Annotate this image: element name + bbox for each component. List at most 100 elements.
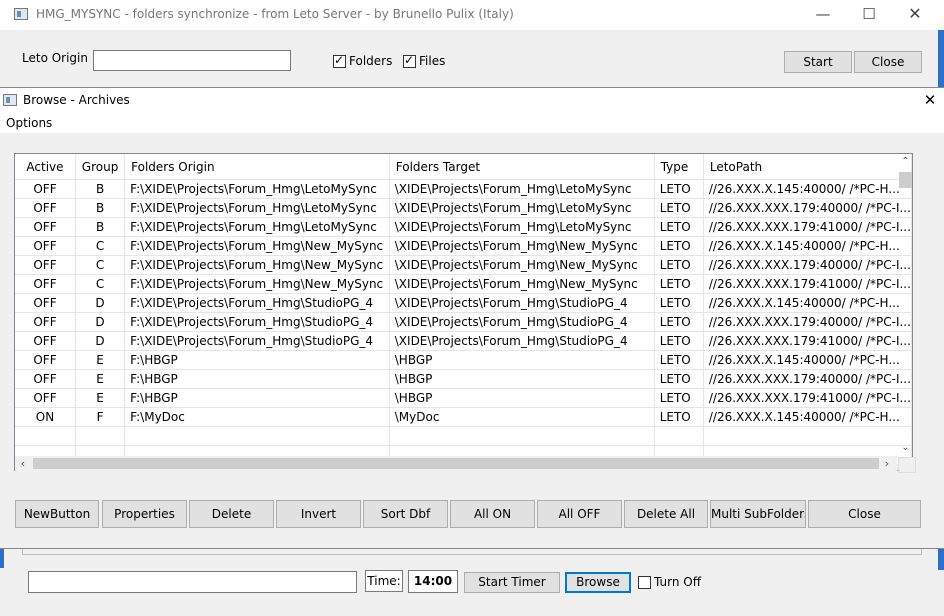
leto-origin-label: Leto Origin xyxy=(22,51,88,65)
cell-group: E xyxy=(75,369,126,389)
cell-group: D xyxy=(75,312,126,332)
cell-type: LETO xyxy=(654,369,704,389)
cell-folders-origin: F:\MyDoc xyxy=(124,407,390,427)
delete-all-button[interactable]: Delete All xyxy=(624,500,708,528)
main-title-bar: HMG_MYSYNC - folders synchronize - from … xyxy=(0,0,944,30)
column-header-active[interactable]: Active xyxy=(15,154,76,180)
all-on-button[interactable]: All ON xyxy=(450,500,535,528)
turn-off-checkbox[interactable] xyxy=(638,576,651,589)
app-window-icon xyxy=(14,8,28,20)
horizontal-scroll-thumb[interactable] xyxy=(33,458,879,469)
files-checkbox[interactable] xyxy=(403,53,416,68)
cell-active: OFF xyxy=(15,179,76,199)
cell-active: ON xyxy=(15,407,76,427)
cell-folders-target: \HBGP xyxy=(389,388,655,408)
properties-button[interactable]: Properties xyxy=(102,500,187,528)
cell-folders-target: \XIDE\Projects\Forum_Hmg\New_MySync xyxy=(389,255,655,275)
table-row[interactable]: OFF D F:\XIDE\Projects\Forum_Hmg\StudioPG_… xyxy=(15,312,912,332)
dialog-close-icon[interactable]: ✕ xyxy=(918,89,942,111)
cell-letopath: //26.XXX.XXX.179:41000/ /*PC-I... xyxy=(703,274,912,294)
scroll-left-icon[interactable]: ‹ xyxy=(15,456,31,471)
cell-type: LETO xyxy=(654,388,704,408)
cell-active: OFF xyxy=(15,255,76,275)
vertical-scrollbar[interactable]: ⌃ ⌄ xyxy=(897,154,915,456)
cell-group: D xyxy=(75,293,126,313)
cell-type: LETO xyxy=(654,350,704,370)
cell-letopath: //26.XXX.X.145:40000/ /*PC-H... xyxy=(703,350,912,370)
cell-active: OFF xyxy=(15,236,76,256)
close-icon[interactable]: ✕ xyxy=(892,0,938,30)
time-field[interactable]: 14:00 xyxy=(408,570,458,593)
menu-options[interactable]: Options xyxy=(6,116,52,130)
delete-button[interactable]: Delete xyxy=(189,500,274,528)
folders-checkbox-label[interactable]: Folders xyxy=(349,54,392,68)
turn-off-checkbox-label[interactable]: Turn Off xyxy=(654,575,701,589)
scroll-right-icon[interactable]: › xyxy=(879,456,895,471)
table-row[interactable]: ON F F:\MyDoc \MyDoc LETO//26.XXX.X.145:4000… xyxy=(15,407,912,427)
cell-type: LETO xyxy=(654,236,704,256)
vertical-scroll-thumb[interactable] xyxy=(899,172,912,188)
table-row[interactable]: OFF E F:\HBGP \HBGP LETO//26.XXX.X.145:40000… xyxy=(15,350,912,370)
maximize-icon[interactable]: ☐ xyxy=(846,0,892,30)
column-header-type[interactable]: Type xyxy=(654,154,704,180)
table-row[interactable]: OFF D F:\XIDE\Projects\Forum_Hmg\StudioPG_… xyxy=(15,293,912,313)
minimize-icon[interactable]: — xyxy=(800,0,846,30)
empty-cell xyxy=(389,426,655,446)
dialog-window-icon xyxy=(3,94,17,106)
status-input[interactable] xyxy=(28,571,357,593)
column-header-group[interactable]: Group xyxy=(75,154,126,180)
column-header-folders-target[interactable]: Folders Target xyxy=(389,154,655,180)
column-header-folders-origin[interactable]: Folders Origin xyxy=(124,154,390,180)
start-button[interactable]: Start xyxy=(784,51,852,73)
sort-dbf-button[interactable]: Sort Dbf xyxy=(363,500,448,528)
leto-origin-input[interactable] xyxy=(93,50,291,71)
close-button[interactable]: Close xyxy=(854,51,922,73)
column-header-letopath[interactable]: LetoPath xyxy=(703,154,912,180)
table-row[interactable]: OFF D F:\XIDE\Projects\Forum_Hmg\StudioPG_… xyxy=(15,331,912,351)
table-row[interactable]: OFF C F:\XIDE\Projects\Forum_Hmg\New_MySyn… xyxy=(15,274,912,294)
scroll-up-icon[interactable]: ⌃ xyxy=(897,154,914,170)
scroll-down-icon[interactable]: ⌄ xyxy=(897,440,914,456)
table-row[interactable]: OFF E F:\HBGP \HBGP LETO//26.XXX.XXX.179:400… xyxy=(15,369,912,389)
start-timer-button[interactable]: Start Timer xyxy=(464,572,560,593)
browse-button[interactable]: Browse xyxy=(565,572,631,593)
invert-button[interactable]: Invert xyxy=(276,500,361,528)
table-row[interactable]: OFF B F:\XIDE\Projects\Forum_Hmg\LetoMySyn… xyxy=(15,217,912,237)
table-row[interactable]: OFF E F:\HBGP \HBGP LETO//26.XXX.XXX.179:410… xyxy=(15,388,912,408)
new-button[interactable]: NewButton xyxy=(15,500,99,528)
cell-active: OFF xyxy=(15,312,76,332)
table-row[interactable]: OFF B F:\XIDE\Projects\Forum_Hmg\LetoMySyn… xyxy=(15,179,912,199)
cell-folders-target: \HBGP xyxy=(389,350,655,370)
cell-group: E xyxy=(75,350,126,370)
cell-folders-origin: F:\XIDE\Projects\Forum_Hmg\New_MySync xyxy=(124,255,390,275)
cell-group: D xyxy=(75,331,126,351)
archives-table: Active Group Folders Origin Folders Targ… xyxy=(15,154,912,465)
background-window-edge xyxy=(0,548,4,568)
folders-checkbox[interactable] xyxy=(333,53,346,68)
cell-group: B xyxy=(75,217,126,237)
cell-active: OFF xyxy=(15,293,76,313)
empty-row xyxy=(15,426,912,446)
dialog-close-button[interactable]: Close xyxy=(808,500,921,528)
files-checkbox-label[interactable]: Files xyxy=(419,54,445,68)
background-window-edge xyxy=(938,548,944,570)
cell-letopath: //26.XXX.X.145:40000/ /*PC-H... xyxy=(703,293,912,313)
multi-subfolders-button[interactable]: Multi SubFolders xyxy=(710,500,806,528)
cell-letopath: //26.XXX.X.145:40000/ /*PC-H... xyxy=(703,236,912,256)
archives-grid[interactable]: Active Group Folders Origin Folders Targ… xyxy=(14,153,913,471)
table-row[interactable]: OFF B F:\XIDE\Projects\Forum_Hmg\LetoMySyn… xyxy=(15,198,912,218)
cell-folders-origin: F:\HBGP xyxy=(124,388,390,408)
table-row[interactable]: OFF C F:\XIDE\Projects\Forum_Hmg\New_MySyn… xyxy=(15,236,912,256)
cell-folders-origin: F:\XIDE\Projects\Forum_Hmg\StudioPG_4 xyxy=(124,293,390,313)
cell-letopath: //26.XXX.XXX.179:41000/ /*PC-I... xyxy=(703,388,912,408)
cell-folders-target: \XIDE\Projects\Forum_Hmg\LetoMySync xyxy=(389,217,655,237)
cell-folders-origin: F:\XIDE\Projects\Forum_Hmg\New_MySync xyxy=(124,236,390,256)
table-row[interactable]: OFF C F:\XIDE\Projects\Forum_Hmg\New_MySyn… xyxy=(15,255,912,275)
background-window-edge xyxy=(938,30,944,90)
cell-type: LETO xyxy=(654,198,704,218)
cell-folders-origin: F:\HBGP xyxy=(124,350,390,370)
all-off-button[interactable]: All OFF xyxy=(537,500,622,528)
cell-folders-target: \XIDE\Projects\Forum_Hmg\StudioPG_4 xyxy=(389,312,655,332)
cell-letopath: //26.XXX.XXX.179:40000/ /*PC-I... xyxy=(703,198,912,218)
horizontal-scrollbar[interactable]: ‹ › xyxy=(15,456,897,471)
